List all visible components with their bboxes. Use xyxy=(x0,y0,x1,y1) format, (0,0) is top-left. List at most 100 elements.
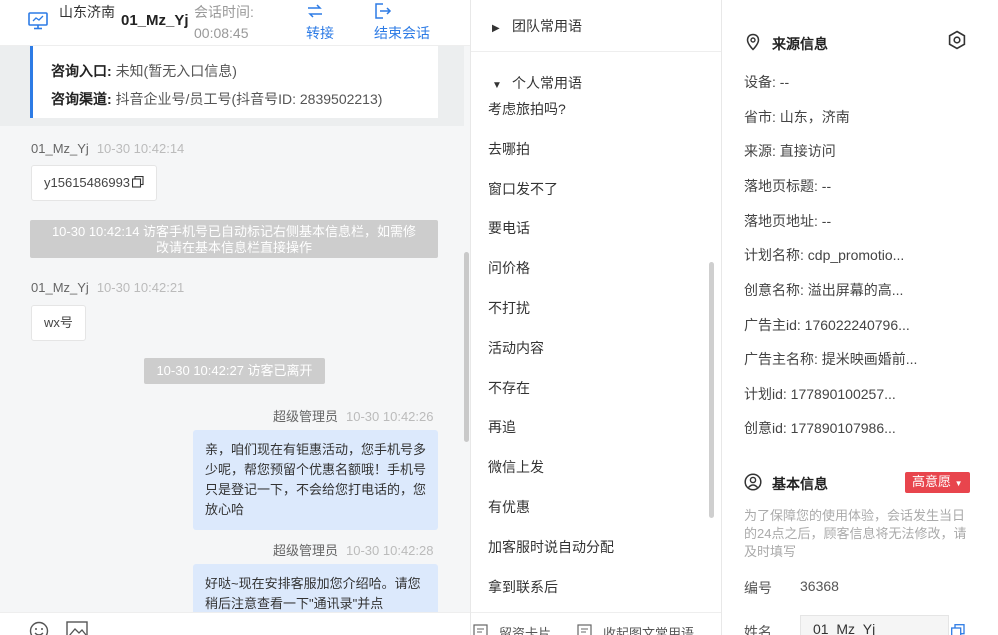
message-bubble: y15615486993 xyxy=(31,165,158,201)
phrase-group-label: 团队常用语 xyxy=(512,18,582,34)
phrase-group-personal[interactable]: ▼ 个人常用语 xyxy=(492,73,582,93)
phrase-group-team[interactable]: ▶ 团队常用语 xyxy=(492,16,582,36)
phrase-item[interactable]: 窗口发不了 xyxy=(488,179,558,199)
phrase-item[interactable]: 要电话 xyxy=(488,218,530,238)
visitor-info-panel: 来源信息 设备: -- 省市: 山东，济南 来源: 直接访问 落地页标题: --… xyxy=(723,0,998,635)
chat-header: 山东济南 01_Mz_Yj 会话时间: 00:08:45 转接 结束会话 xyxy=(0,0,470,46)
settings-icon[interactable] xyxy=(947,30,967,50)
lead-card-label: 留资卡片 xyxy=(499,626,552,635)
field-advertiser-name: 广告主名称: 提米映画婚前... xyxy=(744,351,918,367)
message-meta: 超级管理员 10-30 10:42:26 xyxy=(273,406,433,425)
message-time: 10-30 10:42:28 xyxy=(346,543,434,558)
phrase-item[interactable]: 去哪拍 xyxy=(488,139,530,159)
entry-label: 咨询入口: xyxy=(51,63,112,79)
session-time-label: 会话时间: xyxy=(194,4,254,20)
divider xyxy=(471,51,721,52)
end-session-label: 结束会话 xyxy=(374,25,430,41)
copy-icon[interactable] xyxy=(132,176,144,188)
message-time: 10-30 10:42:26 xyxy=(346,409,434,424)
message-time: 10-30 10:42:21 xyxy=(96,280,185,295)
collapse-phrases-button[interactable]: 收起图文常用语 xyxy=(577,623,694,635)
entry-value: 未知(暂无入口信息) xyxy=(115,63,237,79)
phrase-group-label: 个人常用语 xyxy=(512,75,582,91)
end-session-button[interactable]: 结束会话 xyxy=(374,0,444,44)
phrase-item[interactable]: 微信上发 xyxy=(488,457,544,477)
field-creative-name: 创意名称: 溢出屏幕的高... xyxy=(744,282,904,298)
message-text: 亲，咱们现在有钜惠活动，您手机号多少呢，帮您预留个优惠名额哦！手机号只是登记一下… xyxy=(205,442,427,517)
session-time: 00:08:45 xyxy=(194,25,249,41)
location-pin-icon xyxy=(746,33,760,51)
collapse-icon xyxy=(577,624,592,635)
visitor-name: 01_Mz_Yj xyxy=(121,12,189,29)
message-bubble: 亲，咱们现在有钜惠活动，您手机号多少呢，帮您预留个优惠名额哦！手机号只是登记一下… xyxy=(193,430,438,530)
message-meta: 超级管理员 10-30 10:42:28 xyxy=(273,540,433,559)
field-source: 来源: 直接访问 xyxy=(744,143,836,159)
message-text: wx号 xyxy=(44,315,73,330)
field-creative-id: 创意id: 177890107986... xyxy=(744,420,896,436)
phrase-item[interactable]: 有优惠 xyxy=(488,497,530,517)
message-sender: 超级管理员 xyxy=(273,543,339,558)
id-label: 编号 xyxy=(744,580,772,596)
caret-down-icon: ▼ xyxy=(492,80,502,91)
phrase-item[interactable]: 考虑旅拍吗? xyxy=(488,99,566,119)
name-input[interactable] xyxy=(800,615,949,635)
chat-scrollbar[interactable] xyxy=(464,252,469,442)
field-device: 设备: -- xyxy=(744,74,790,90)
chat-panel: 山东济南 01_Mz_Yj 会话时间: 00:08:45 转接 结束会话 咨询入… xyxy=(0,0,471,635)
message-time: 10-30 10:42:14 xyxy=(96,141,185,156)
message-text: y15615486993 xyxy=(44,175,131,190)
transfer-button[interactable]: 转接 xyxy=(306,0,346,44)
field-plan-name: 计划名称: cdp_promotio... xyxy=(744,247,905,263)
transfer-icon xyxy=(308,4,322,18)
phrase-item[interactable]: 问价格 xyxy=(488,258,530,278)
basic-info-label: 基本信息 xyxy=(772,476,828,492)
phrase-item[interactable]: 加客服时说自动分配 xyxy=(488,537,614,557)
entry-info-card: 咨询入口: 未知(暂无入口信息) 咨询渠道: 抖音企业号/员工号(抖音号ID: … xyxy=(30,46,438,118)
phrase-item[interactable]: 活动内容 xyxy=(488,338,544,358)
field-province-city: 省市: 山东，济南 xyxy=(744,109,850,125)
intent-badge-label: 高意愿 xyxy=(912,474,952,489)
visitor-location: 山东济南 xyxy=(59,4,115,20)
system-notice-line: 10-30 10:42:14 访客手机号已自动标记右侧基本信息栏，如需修 xyxy=(51,224,417,239)
system-notice-line: 改请在基本信息栏直接操作 xyxy=(155,240,312,255)
message-sender: 01_Mz_Yj xyxy=(31,141,89,156)
quick-phrases-panel: ▶ 团队常用语 ▼ 个人常用语 考虑旅拍吗? 去哪拍 窗口发不了 要电话 问价格 不… xyxy=(471,0,722,635)
message-text: 好哒~现在安排客服加您介绍哈。请您稍后注意查看一下"通讯录"并点 xyxy=(205,576,421,611)
basic-info-title: 基本信息 xyxy=(744,473,828,494)
phrase-item[interactable]: 拿到联系后 xyxy=(488,577,558,597)
logout-icon xyxy=(375,3,392,19)
lead-card-button[interactable]: 留资卡片 xyxy=(473,623,551,635)
phrases-toolbar: 留资卡片 收起图文常用语 xyxy=(471,612,721,635)
user-icon xyxy=(744,473,762,491)
message-meta: 01_Mz_Yj 10-30 10:42:21 xyxy=(31,280,184,295)
field-plan-id: 计划id: 177890100257... xyxy=(744,386,896,402)
monitor-icon xyxy=(28,12,48,30)
name-label: 姓名 xyxy=(744,624,772,635)
channel-row: 咨询渠道: 抖音企业号/员工号(抖音号ID: 2839502213) xyxy=(51,89,382,109)
phrase-item[interactable]: 不存在 xyxy=(488,378,530,398)
chat-toolbar xyxy=(0,612,470,635)
emoji-icon[interactable] xyxy=(29,621,49,635)
system-notice: 10-30 10:42:27 访客已离开 xyxy=(144,358,325,384)
system-notice: 10-30 10:42:14 访客手机号已自动标记右侧基本信息栏，如需修 改请在… xyxy=(30,220,438,258)
source-info-title: 来源信息 xyxy=(744,33,828,54)
card-icon xyxy=(473,624,488,635)
copy-icon[interactable] xyxy=(951,624,965,635)
collapse-phrases-label: 收起图文常用语 xyxy=(603,626,695,635)
phrases-scrollbar[interactable] xyxy=(709,262,714,518)
message-sender: 01_Mz_Yj xyxy=(31,280,89,295)
entry-info-area: 咨询入口: 未知(暂无入口信息) 咨询渠道: 抖音企业号/员工号(抖音号ID: … xyxy=(0,46,464,126)
message-meta: 01_Mz_Yj 10-30 10:42:14 xyxy=(31,141,184,156)
field-landing-url: 落地页地址: -- xyxy=(744,213,832,229)
message-bubble: wx号 xyxy=(31,305,86,341)
field-landing-title: 落地页标题: -- xyxy=(744,178,832,194)
intent-badge[interactable]: 高意愿 ▼ xyxy=(905,472,970,493)
channel-value: 抖音企业号/员工号(抖音号ID: 2839502213) xyxy=(115,91,383,107)
channel-label: 咨询渠道: xyxy=(51,91,112,107)
phrase-item[interactable]: 不打扰 xyxy=(488,298,530,318)
phrase-item[interactable]: 再追 xyxy=(488,417,516,437)
edit-notice: 为了保障您的使用体验，会话发生当日的24点之后，顾客信息将无法修改，请及时填写 xyxy=(744,508,967,559)
image-icon[interactable] xyxy=(66,621,88,635)
transfer-label: 转接 xyxy=(306,25,334,41)
field-advertiser-id: 广告主id: 176022240796... xyxy=(744,317,910,333)
